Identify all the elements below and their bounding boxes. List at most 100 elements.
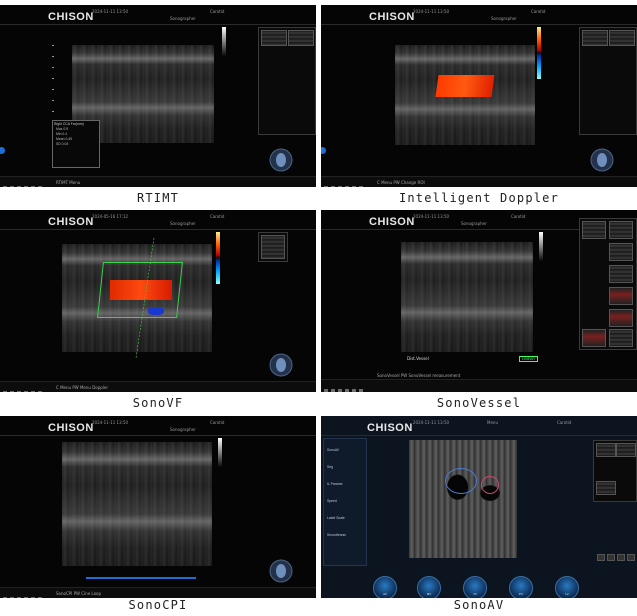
header-datetime: 2024-11-11 13:50 [92,9,129,14]
cine-progress-bar[interactable] [86,577,196,579]
thumbnail[interactable] [609,30,635,46]
sonoav-menu-panel: SonoAV Seg IL Parame Speed Label Scale S… [323,438,367,566]
toolbar-icon [3,186,7,187]
header-datetime: 2024-11-11 13:50 [413,420,450,425]
toolbar-icon [3,391,7,392]
thumbnail-panel[interactable] [579,27,637,135]
thumbnail[interactable] [288,30,314,46]
sonovf-screen: CHISON 2024-05-16 17:12 Sonographer Caro… [0,210,316,392]
thumbnail[interactable] [609,329,633,347]
status-text: C Menu PW Change ROI [377,180,425,185]
status-text: C Menu PW Menu Doppler [56,385,109,390]
color-scale-bar [216,232,220,284]
av-button[interactable]: AV [373,576,397,598]
side-menu-button[interactable] [321,147,326,154]
header-menu: Menu [487,420,498,425]
probe-icon [590,148,614,172]
thumbnail-panel[interactable] [593,440,637,502]
thumbnail[interactable] [609,287,633,305]
thumbnail-panel[interactable] [258,232,288,262]
keypad-key[interactable] [617,554,625,561]
intelligent-doppler-screen: CHISON 2024-11-11 13:50 Sonographer Caro… [321,5,637,187]
header-datetime: 2024-05-16 17:12 [92,214,129,219]
color-scale-bar [537,27,541,79]
side-menu-button[interactable] [0,147,5,154]
status-bar [0,176,316,187]
ultrasound-image [401,242,533,352]
menu-item[interactable]: SonoAV [327,442,363,459]
menu-item[interactable]: Smoothness [327,527,363,544]
thumbnail[interactable] [609,221,633,239]
header-preset: Carotid [210,214,225,219]
header-datetime: 2024-11-11 13:50 [413,214,450,219]
brand-logo: CHISON [367,422,413,434]
thumbnail[interactable] [582,221,606,239]
caption-rtimt: RTIMT [136,191,180,205]
sonoav-screen: CHISON 2024-11-11 13:50 Menu Carotid Son… [321,416,637,598]
grayscale-bar [222,27,226,57]
menu-item[interactable]: Label Scale [327,510,363,527]
sonovessel-screen: CHISON 2024-11-11 13:50 Sonographer Caro… [321,210,637,392]
mv-button[interactable]: MV [417,576,441,598]
header-preset: Carotid [210,420,225,425]
ultrasound-image [409,440,517,558]
header-preset: Carotid [531,9,546,14]
header-operator: Sonographer [491,16,517,21]
thumbnail[interactable] [261,235,285,259]
header-preset: Carotid [511,214,526,219]
probe-icon [269,559,293,583]
grayscale-bar [539,232,543,262]
caption-sonocpi: SonoCPI [128,598,188,612]
header-operator: Sonographer [461,221,487,226]
toolbar-icon [324,389,328,392]
grayscale-bar [218,438,222,468]
doppler-color-box[interactable] [435,75,495,97]
brand-logo: CHISON [48,11,94,23]
menu-item[interactable]: Seg [327,459,363,476]
header-preset: Carotid [557,420,572,425]
status-text: SonoVessel PW SonoVessel measurement [377,373,461,378]
keypad-key[interactable] [627,554,635,561]
probe-icon [269,148,293,172]
caption-sonovessel: SonoVessel [436,396,522,410]
status-bar [0,587,316,598]
tv-button[interactable]: TV [463,576,487,598]
thumbnail[interactable] [582,329,606,347]
brand-logo: CHISON [369,216,415,228]
header-datetime: 2024-11-11 13:50 [413,9,450,14]
thumbnail[interactable] [596,443,616,457]
probe-icon [269,353,293,377]
status-bar [321,379,637,392]
header-preset: Carotid [210,9,225,14]
doppler-cursor-line[interactable] [130,238,160,358]
pv-button[interactable]: PV [509,576,533,598]
thumbnail-panel[interactable] [579,218,637,350]
mode-badge: LINEAR [519,356,538,362]
status-text: SonoCPI PW Cine Loop [56,591,102,596]
caption-intelligent-doppler: Intelligent Doppler [398,191,560,205]
rtimt-screen: CHISON 2024-11-11 13:50 Sonographer Caro… [0,5,316,187]
brand-logo: CHISON [369,11,415,23]
thumbnail[interactable] [609,265,633,283]
keypad-key[interactable] [597,554,605,561]
thumbnail[interactable] [582,30,608,46]
header-operator: Sonographer [170,427,196,432]
lv-button[interactable]: LV [555,576,579,598]
thumbnail-panel[interactable] [258,27,316,135]
thumbnail[interactable] [616,443,636,457]
thumbnail[interactable] [596,481,616,495]
toolbar-icon [324,186,328,187]
menu-item[interactable]: Speed [327,493,363,510]
thumbnail[interactable] [261,30,287,46]
keypad-key[interactable] [607,554,615,561]
header-operator: Sonographer [170,221,196,226]
follicle-outline [481,476,499,494]
thumbnail[interactable] [609,309,633,327]
ultrasound-image [62,442,212,566]
header-operator: Sonographer [170,16,196,21]
thumbnail[interactable] [609,243,633,261]
follicle-outline [445,468,477,494]
overlay-label: Dist.Vessel [407,356,429,361]
caption-sonovf: SonoVF [132,396,184,410]
menu-item[interactable]: IL Parame [327,476,363,493]
